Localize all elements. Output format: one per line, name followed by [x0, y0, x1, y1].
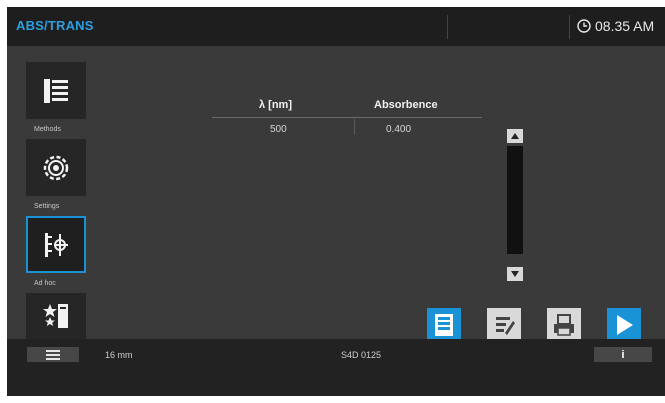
scroll-up-button[interactable]: [507, 129, 523, 143]
chevron-up-icon: [511, 133, 519, 139]
print-icon: [554, 314, 574, 336]
header-divider: [212, 117, 482, 118]
top-divider: [569, 15, 570, 39]
chevron-down-icon: [511, 271, 519, 277]
clock-icon: [577, 19, 591, 33]
sidebar-item-adhoc[interactable]: [26, 216, 86, 273]
methods-list-icon: [44, 78, 68, 103]
device-id: S4D 0125: [341, 350, 382, 360]
favorites-stars-icon: [43, 304, 68, 328]
menu-button[interactable]: [27, 347, 79, 362]
clock-time: 08.35 AM: [595, 18, 655, 34]
info-icon: i: [621, 348, 625, 361]
table-cell-wavelength: 500: [270, 124, 287, 135]
instrument-screen: ABS/TRANS 08.35 AM Methods Settings Ad h…: [7, 7, 665, 396]
table-cell-absorbance: 0.400: [386, 124, 412, 135]
adhoc-wavelength-icon: [45, 232, 68, 257]
scroll-down-button[interactable]: [507, 267, 523, 281]
top-bar: ABS/TRANS 08.35 AM: [7, 7, 665, 46]
scrollbar-track[interactable]: [507, 146, 523, 254]
play-icon: [617, 315, 633, 335]
hamburger-menu-icon: [46, 349, 60, 360]
sidebar-item-settings[interactable]: [26, 139, 86, 196]
edit-button[interactable]: [487, 308, 521, 342]
clock: 08.35 AM: [577, 18, 654, 34]
cell-path-length: 16 mm: [105, 350, 133, 360]
settings-gear-icon: [43, 155, 69, 180]
sidebar-item-favorites[interactable]: [26, 293, 86, 339]
store-icon: [435, 314, 453, 336]
top-divider: [447, 15, 448, 39]
edit-icon: [496, 317, 515, 335]
print-button[interactable]: [547, 308, 581, 342]
column-header-absorbance: Absorbence: [374, 99, 438, 111]
store-button[interactable]: [427, 308, 461, 342]
column-divider: [354, 119, 355, 135]
sidebar-item-label: Ad hoc: [34, 280, 56, 287]
info-button[interactable]: i: [594, 347, 652, 362]
column-header-wavelength: λ [nm]: [259, 99, 292, 111]
main-content: Methods Settings Ad hoc λ [nm] Absorbenc…: [7, 46, 665, 342]
start-button[interactable]: [607, 308, 641, 342]
sidebar-item-methods[interactable]: [26, 62, 86, 119]
sidebar-item-label: Settings: [34, 203, 60, 210]
bottom-status-bar: 16 mm S4D 0125 i: [7, 339, 665, 396]
app-title: ABS/TRANS: [16, 18, 94, 33]
sidebar-item-label: Methods: [34, 126, 61, 133]
